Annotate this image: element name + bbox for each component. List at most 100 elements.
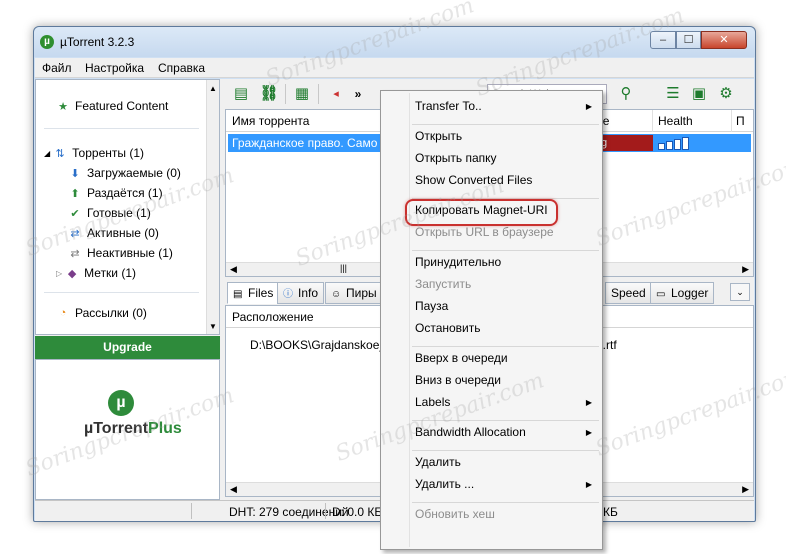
utorrent-plus-ad[interactable]: µ µTorrentPlus: [35, 359, 220, 500]
scroll-up-icon[interactable]: ▲: [207, 84, 219, 93]
sidebar-item-downloading[interactable]: ⬇ Загружаемые (0): [68, 166, 181, 180]
utorrent-plus-logo-icon: µ: [108, 390, 134, 416]
download-rate: D: 0.0 КБ: [332, 505, 383, 519]
sidebar-item-feeds[interactable]: ◔ Рассылки (0): [56, 306, 147, 320]
column-name[interactable]: Имя торрента: [232, 114, 309, 128]
sidebar-item-label: Рассылки (0): [75, 306, 147, 320]
context-menu: Transfer To.. ▶ Открыть Открыть папку Show C…: [380, 90, 603, 550]
sidebar-item-label: Активные (0): [87, 226, 159, 240]
search-icon[interactable]: ⚲: [615, 84, 637, 104]
tab-peers[interactable]: ☺ Пиры: [325, 282, 383, 304]
column-next[interactable]: П: [736, 114, 745, 128]
sidebar-item-label: Раздаётся (1): [87, 186, 163, 200]
tab-label: Info: [298, 286, 319, 300]
toolbar-overflow-icon[interactable]: »: [347, 84, 369, 104]
sidebar-item-featured[interactable]: ★ Featured Content: [56, 99, 168, 113]
status-badge: g: [598, 135, 653, 151]
file-row[interactable]: D:\BOOKS\Grajdanskoe_: [250, 338, 386, 352]
minimize-button[interactable]: –: [650, 31, 676, 49]
sidebar-scrollbar[interactable]: ▲ ▼: [206, 80, 219, 334]
submenu-arrow-icon: ▶: [585, 102, 592, 111]
menu-item-11[interactable]: Пауза: [415, 299, 448, 313]
menu-file[interactable]: Файл: [42, 61, 72, 75]
star-icon: ★: [58, 100, 68, 113]
torrent-name: Гражданское право. Само: [232, 136, 378, 150]
remote-icon[interactable]: ▣: [688, 84, 710, 104]
menu-item-3[interactable]: Открыть папку: [415, 151, 497, 165]
health-bar: [674, 139, 681, 150]
sidebar-item-label: Загружаемые (0): [87, 166, 181, 180]
submenu-arrow-icon: ▶: [585, 398, 592, 407]
menu-separator: [412, 250, 599, 251]
menu-item-4[interactable]: Show Converted Files: [415, 173, 532, 187]
menu-item-16[interactable]: Labels: [415, 395, 450, 409]
menu-item-20[interactable]: Удалить: [415, 455, 461, 469]
upgrade-button[interactable]: Upgrade: [35, 336, 220, 359]
settings-gear-icon[interactable]: ⚙: [715, 84, 737, 104]
menu-item-0[interactable]: Transfer To..: [415, 99, 482, 113]
add-torrent-url-icon[interactable]: ⛓: [258, 84, 280, 104]
menu-gutter: [409, 93, 410, 547]
utorrent-plus-logo-suffix: Plus: [148, 420, 182, 437]
sidebar: ★ Featured Content ◢ ⇅ Торренты (1) ⬇ За…: [35, 79, 220, 335]
menu-settings[interactable]: Настройка: [85, 61, 144, 75]
menu-item-12[interactable]: Остановить: [415, 321, 481, 335]
tab-label: Пиры: [346, 286, 377, 300]
tab-label: Logger: [671, 286, 709, 300]
tab-label: Speed: [611, 286, 646, 300]
scroll-down-icon[interactable]: ▼: [207, 322, 219, 331]
remove-torrent-icon[interactable]: ◂: [325, 84, 347, 104]
maximize-button[interactable]: ☐: [676, 31, 701, 49]
menu-item-2[interactable]: Открыть: [415, 129, 462, 143]
sidebar-item-seeding[interactable]: ⬆ Раздаётся (1): [68, 186, 163, 200]
add-torrent-icon[interactable]: ▤: [230, 84, 252, 104]
info-icon: ⓘ: [283, 289, 293, 300]
menu-item-15[interactable]: Вниз в очереди: [415, 373, 501, 387]
collapse-arrow-icon[interactable]: ◢: [44, 149, 50, 158]
title-bar[interactable]: µ µTorrent 3.2.3 – ☐ ✕: [34, 27, 755, 57]
menu-item-10: Запустить: [415, 277, 472, 291]
tab-files[interactable]: ▤ Files: [227, 282, 280, 304]
menu-separator: [412, 124, 599, 125]
menu-separator: [412, 346, 599, 347]
scroll-right-icon[interactable]: ▶: [742, 264, 749, 275]
scroll-left-icon[interactable]: ◀: [230, 484, 237, 495]
column-path[interactable]: Расположение: [232, 310, 314, 324]
dht-status: DHT: 279 соединений: [229, 505, 349, 519]
close-button[interactable]: ✕: [701, 31, 747, 49]
tab-logger[interactable]: ▭ Logger: [650, 282, 715, 304]
expand-arrow-icon[interactable]: ▷: [56, 269, 62, 278]
health-bar: [682, 137, 689, 150]
expand-pane-icon[interactable]: ⌄: [730, 283, 750, 301]
tab-label: Files: [248, 286, 274, 300]
scroll-thumb-grip-icon[interactable]: |||: [340, 263, 347, 273]
list-view-icon[interactable]: ☰: [662, 84, 684, 104]
menu-item-21[interactable]: Удалить ...: [415, 477, 474, 491]
sidebar-item-active[interactable]: ⇄ Активные (0): [68, 226, 159, 240]
menu-item-14[interactable]: Вверх в очереди: [415, 351, 508, 365]
scroll-left-icon[interactable]: ◀: [230, 264, 237, 275]
scroll-right-icon[interactable]: ▶: [742, 484, 749, 495]
menu-item-18[interactable]: Bandwidth Allocation: [415, 425, 526, 439]
tab-info[interactable]: ⓘ Info: [277, 282, 325, 304]
active-arrows-icon: ⇄: [70, 227, 80, 240]
sidebar-item-label: Featured Content: [75, 99, 169, 113]
sidebar-item-completed[interactable]: ✔ Готовые (1): [68, 206, 150, 220]
status-divider: [191, 503, 192, 519]
menu-separator: [412, 502, 599, 503]
menu-separator: [412, 420, 599, 421]
menu-help[interactable]: Справка: [158, 61, 205, 75]
tab-speed[interactable]: Speed: [605, 282, 652, 304]
sidebar-item-torrents[interactable]: ◢ ⇅ Торренты (1): [44, 146, 144, 160]
column-divider[interactable]: [652, 110, 653, 132]
menu-item-9[interactable]: Принудительно: [415, 255, 501, 269]
create-torrent-icon[interactable]: ▦: [291, 84, 313, 104]
sidebar-item-inactive[interactable]: ⇄ Неактивные (1): [68, 246, 173, 260]
column-health[interactable]: Health: [658, 114, 693, 128]
divider: [44, 128, 199, 129]
window-title: µTorrent 3.2.3: [60, 35, 135, 49]
column-divider[interactable]: [731, 110, 732, 132]
sidebar-item-labels[interactable]: ▷ ◆ Метки (1): [56, 266, 136, 280]
upload-rate: КБ: [603, 505, 618, 519]
logger-icon: ▭: [656, 289, 666, 300]
